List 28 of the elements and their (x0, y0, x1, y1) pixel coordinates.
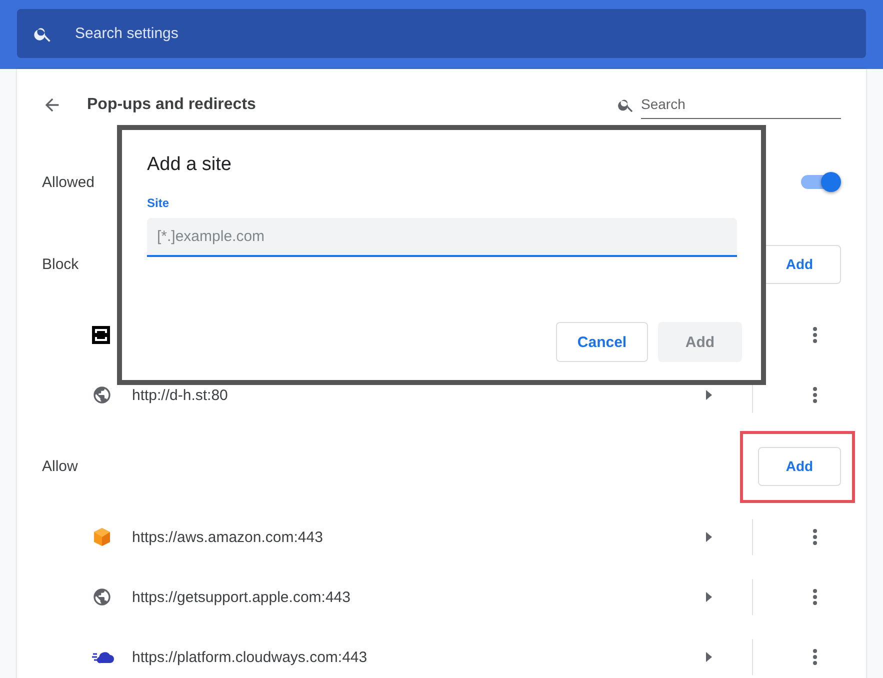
more-options-icon[interactable] (813, 387, 817, 403)
site-url: https://aws.amazon.com:443 (132, 528, 323, 546)
site-url: https://platform.cloudways.com:443 (132, 648, 368, 666)
page-title: Pop-ups and redirects (87, 96, 257, 114)
more-options-icon[interactable] (813, 327, 817, 343)
site-url: https://getsupport.apple.com:443 (132, 588, 350, 606)
expand-arrow-icon[interactable] (706, 390, 712, 400)
site-input-field[interactable]: [*.]example.com (147, 218, 737, 257)
site-url: http://d-h.st:80 (132, 386, 228, 404)
expand-arrow-icon[interactable] (706, 592, 712, 602)
more-options-icon[interactable] (813, 589, 817, 605)
cloud-icon (92, 650, 114, 664)
section-title: Block (42, 256, 79, 272)
field-label: Site (147, 196, 170, 210)
fullscreen-icon (92, 326, 110, 344)
globe-icon (92, 587, 112, 607)
allowed-label: Allowed (42, 174, 95, 190)
cube-icon (92, 527, 112, 547)
dialog-title: Add a site (147, 154, 232, 176)
more-options-icon[interactable] (813, 529, 817, 545)
search-settings-field[interactable]: Search settings (73, 24, 377, 43)
section-title: Allow (42, 458, 78, 474)
expand-arrow-icon[interactable] (706, 532, 712, 542)
globe-icon (92, 385, 112, 405)
expand-arrow-icon[interactable] (706, 652, 712, 662)
add-button[interactable]: Add (758, 446, 841, 486)
cancel-button[interactable]: Cancel (556, 322, 648, 362)
more-options-icon[interactable] (813, 649, 817, 665)
